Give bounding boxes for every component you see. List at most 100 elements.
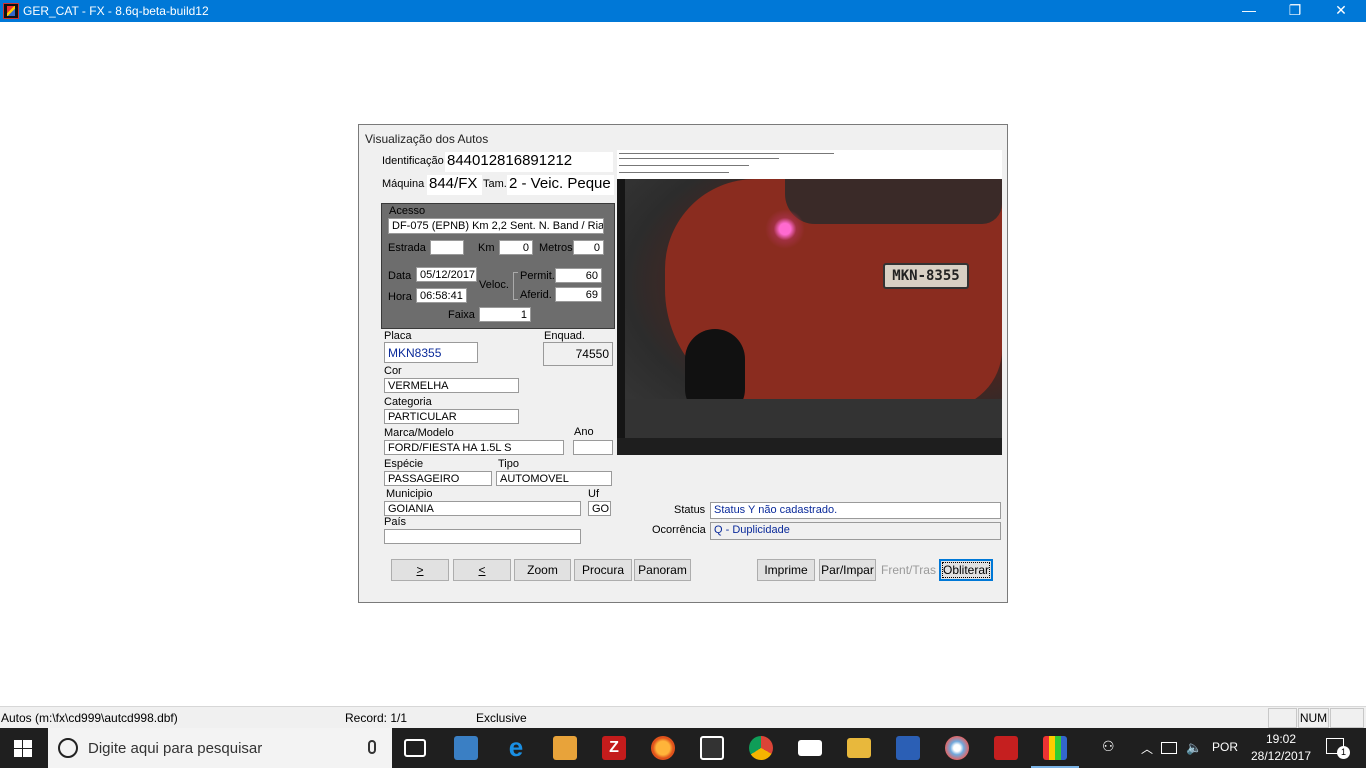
uf-field[interactable]: GO [588, 501, 611, 516]
vehicle-photo[interactable]: MKN-8355 [617, 150, 1002, 455]
data-label: Data [388, 270, 412, 282]
obliterar-button-label: Obliterar [941, 562, 991, 578]
ocorrencia-field[interactable]: Q - Duplicidade [710, 522, 1001, 540]
acrobat-icon[interactable] [994, 736, 1018, 760]
tam-field[interactable]: 2 - Veic. Peque [507, 175, 614, 195]
permit-field[interactable]: 60 [555, 268, 602, 283]
prev-button[interactable]: < [453, 559, 511, 581]
calculator-icon[interactable] [700, 736, 724, 760]
ano-label: Ano [574, 426, 594, 438]
acesso-label: Acesso [389, 205, 426, 217]
people-icon[interactable]: ⚇ [1102, 738, 1115, 755]
municipio-label: Municipio [386, 488, 433, 500]
cortana-icon [58, 738, 78, 758]
aferid-field[interactable]: 69 [555, 287, 602, 302]
media-player-icon[interactable] [454, 736, 478, 760]
veloc-label: Veloc. [479, 279, 509, 291]
panoram-button[interactable]: Panoram [634, 559, 691, 581]
identificacao-field[interactable]: 844012816891212 [445, 152, 613, 172]
marca-modelo-field[interactable]: FORD/FIESTA HA 1.5L S [384, 440, 564, 455]
tam-label: Tam. [483, 178, 507, 190]
road [625, 399, 1002, 438]
language-indicator[interactable]: POR [1212, 740, 1238, 754]
cor-label: Cor [384, 365, 402, 377]
microphone-icon[interactable] [368, 740, 376, 754]
taskbar: Digite aqui para pesquisar e Z ⚇ ︿ 🔈 POR… [0, 728, 1366, 768]
window-title: GER_CAT - FX - 8.6q-beta-build12 [23, 4, 209, 18]
imprime-button[interactable]: Imprime [757, 559, 815, 581]
ger-cat-app-icon[interactable] [1031, 736, 1079, 768]
chrome-icon[interactable] [749, 736, 773, 760]
status-mode: Exclusive [476, 711, 527, 725]
estrada-field[interactable] [430, 240, 464, 255]
license-plate: MKN-8355 [883, 263, 969, 289]
acesso-field[interactable]: DF-075 (EPNB) Km 2,2 Sent. N. Band / Ria… [388, 218, 604, 234]
zoom-button[interactable]: Zoom [514, 559, 571, 581]
par-impar-button-label: Par/Impar [821, 563, 874, 577]
maquina-label: Máquina [382, 178, 425, 190]
edge-icon[interactable]: e [504, 734, 528, 760]
especie-label: Espécie [384, 458, 424, 470]
paint-icon[interactable] [945, 736, 969, 760]
km-field[interactable]: 0 [499, 240, 533, 255]
panoram-button-label: Panoram [638, 563, 687, 577]
file-explorer-icon[interactable] [847, 738, 871, 758]
taskbar-search-box[interactable]: Digite aqui para pesquisar [48, 728, 392, 768]
data-field[interactable]: 05/12/2017 [416, 267, 477, 282]
categoria-field[interactable]: PARTICULAR [384, 409, 519, 424]
search-placeholder: Digite aqui para pesquisar [88, 740, 263, 757]
restore-button[interactable]: ❐ [1272, 0, 1318, 22]
par-impar-button[interactable]: Par/Impar [819, 559, 876, 581]
pais-field[interactable] [384, 529, 581, 544]
hora-field[interactable]: 06:58:41 [416, 288, 467, 303]
ano-field[interactable] [573, 440, 613, 455]
placa-field[interactable]: MKN8355 [384, 342, 478, 363]
autos-dialog: Visualização dos Autos Identificação 844… [358, 124, 1008, 603]
task-view-icon[interactable] [404, 739, 426, 757]
close-button[interactable]: ✕ [1318, 0, 1364, 22]
municipio-field[interactable]: GOIANIA [384, 501, 581, 516]
network-icon[interactable] [1161, 742, 1177, 754]
next-button-label: > [416, 563, 424, 577]
metros-field[interactable]: 0 [573, 240, 604, 255]
store-icon[interactable] [553, 736, 577, 760]
frent-tras-button-label: Frent/Tras [881, 563, 936, 577]
status-pane-scroll [1330, 708, 1364, 728]
status-table: Autos (m:\fx\cd999\autcd998.dbf) [1, 711, 178, 725]
filezilla-icon[interactable]: Z [602, 736, 626, 760]
zoom-button-label: Zoom [527, 563, 558, 577]
windows-start-icon[interactable] [14, 740, 32, 757]
pais-label: País [384, 516, 407, 528]
system-clock[interactable]: 19:02 28/12/2017 [1246, 731, 1316, 765]
dialog-title: Visualização dos Autos [365, 132, 489, 146]
prev-button-label: < [478, 563, 486, 577]
chevron-up-icon[interactable]: ︿ [1141, 740, 1153, 757]
frent-tras-button[interactable]: Frent/Tras [880, 559, 937, 581]
procura-button-label: Procura [581, 563, 625, 577]
minimize-button[interactable]: — [1226, 0, 1272, 22]
estrada-label: Estrada [388, 242, 426, 254]
enquad-field[interactable]: 74550 [543, 342, 613, 366]
faixa-field[interactable]: 1 [479, 307, 531, 322]
app-icon [3, 3, 19, 19]
next-button[interactable]: > [391, 559, 449, 581]
obliterar-button[interactable]: Obliterar [939, 559, 993, 581]
enquad-label: Enquad. [544, 330, 585, 342]
photo-header-strip [617, 150, 1002, 179]
maquina-field[interactable]: 844/FX [427, 175, 482, 195]
cor-field[interactable]: VERMELHA [384, 378, 519, 393]
status-label: Status [674, 504, 706, 516]
permit-label: Permit. [520, 270, 555, 282]
procura-button[interactable]: Procura [574, 559, 632, 581]
km-label: Km [478, 242, 495, 254]
window-title-bar: GER_CAT - FX - 8.6q-beta-build12 — ❐ ✕ [0, 0, 1366, 22]
ocorrencia-label: Ocorrência [652, 524, 706, 536]
notification-badge: 1 [1337, 746, 1350, 759]
mail-icon[interactable] [798, 740, 822, 756]
status-field[interactable]: Status Y não cadastrado. [710, 502, 1001, 519]
tipo-field[interactable]: AUTOMOVEL [496, 471, 612, 486]
volume-icon[interactable]: 🔈 [1186, 740, 1202, 756]
notepad-icon[interactable] [896, 736, 920, 760]
firefox-icon[interactable] [651, 736, 675, 760]
especie-field[interactable]: PASSAGEIRO [384, 471, 492, 486]
